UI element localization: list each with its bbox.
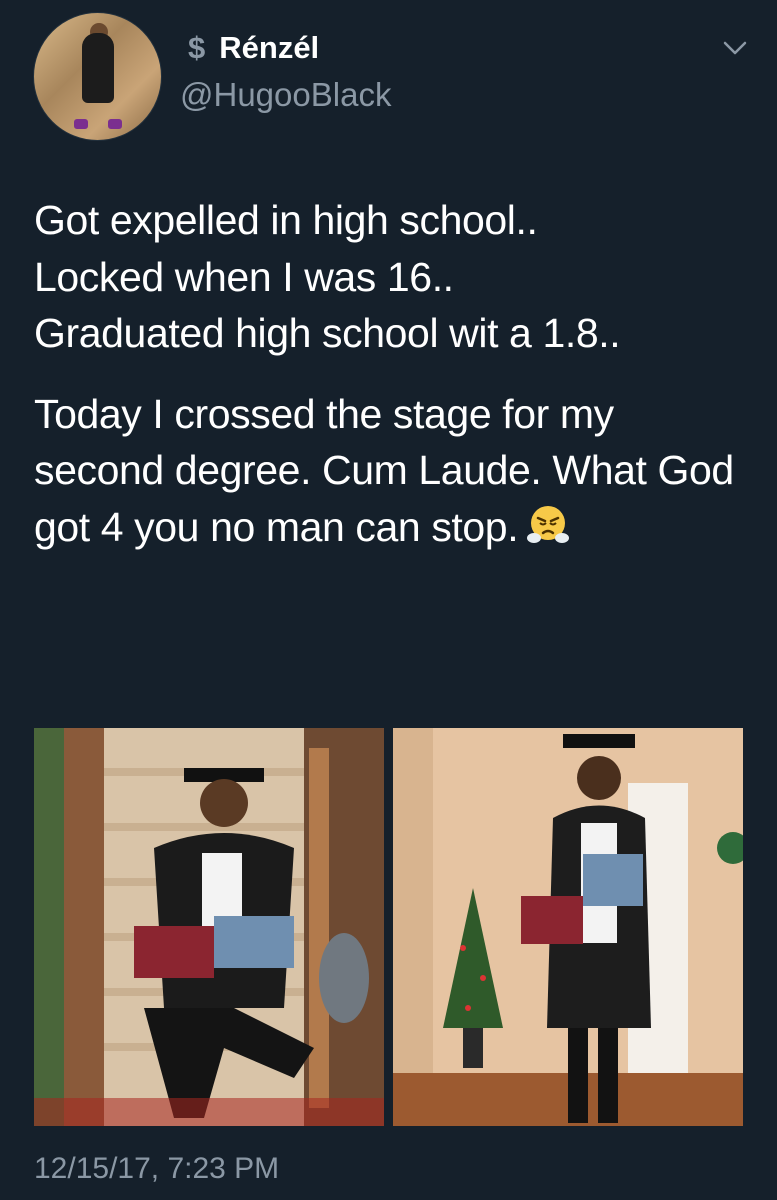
avatar-figure-body xyxy=(82,33,114,103)
display-name[interactable]: $ Rénzél xyxy=(188,30,319,66)
chevron-down-icon[interactable] xyxy=(722,38,748,58)
tweet-photo-1[interactable] xyxy=(34,728,384,1126)
tweet-line: Got expelled in high school.. xyxy=(34,197,538,243)
graduation-photo-stairs-icon xyxy=(34,728,384,1126)
tweet-paragraph: Today I crossed the stage for my second … xyxy=(34,386,754,556)
avatar-shoe xyxy=(74,119,88,129)
display-name-text: Rénzél xyxy=(219,30,320,65)
tweet-paragraph-text: Today I crossed the stage for my second … xyxy=(34,390,734,550)
avatar[interactable] xyxy=(33,12,162,141)
face-with-steam-from-nose-icon xyxy=(527,505,570,543)
name-prefix-symbol: $ xyxy=(188,30,206,65)
tweet-timestamp[interactable]: 12/15/17, 7:23 PM xyxy=(34,1152,279,1186)
tweet-photo-2[interactable] xyxy=(393,728,743,1126)
avatar-shoe xyxy=(108,119,122,129)
tweet-text: Got expelled in high school.. Locked whe… xyxy=(34,192,754,555)
graduation-photo-christmas-tree-icon xyxy=(393,728,743,1126)
tweet-line: Graduated high school wit a 1.8.. xyxy=(34,310,621,356)
user-handle[interactable]: @HugooBlack xyxy=(180,76,391,114)
tweet-line: Locked when I was 16.. xyxy=(34,253,454,300)
